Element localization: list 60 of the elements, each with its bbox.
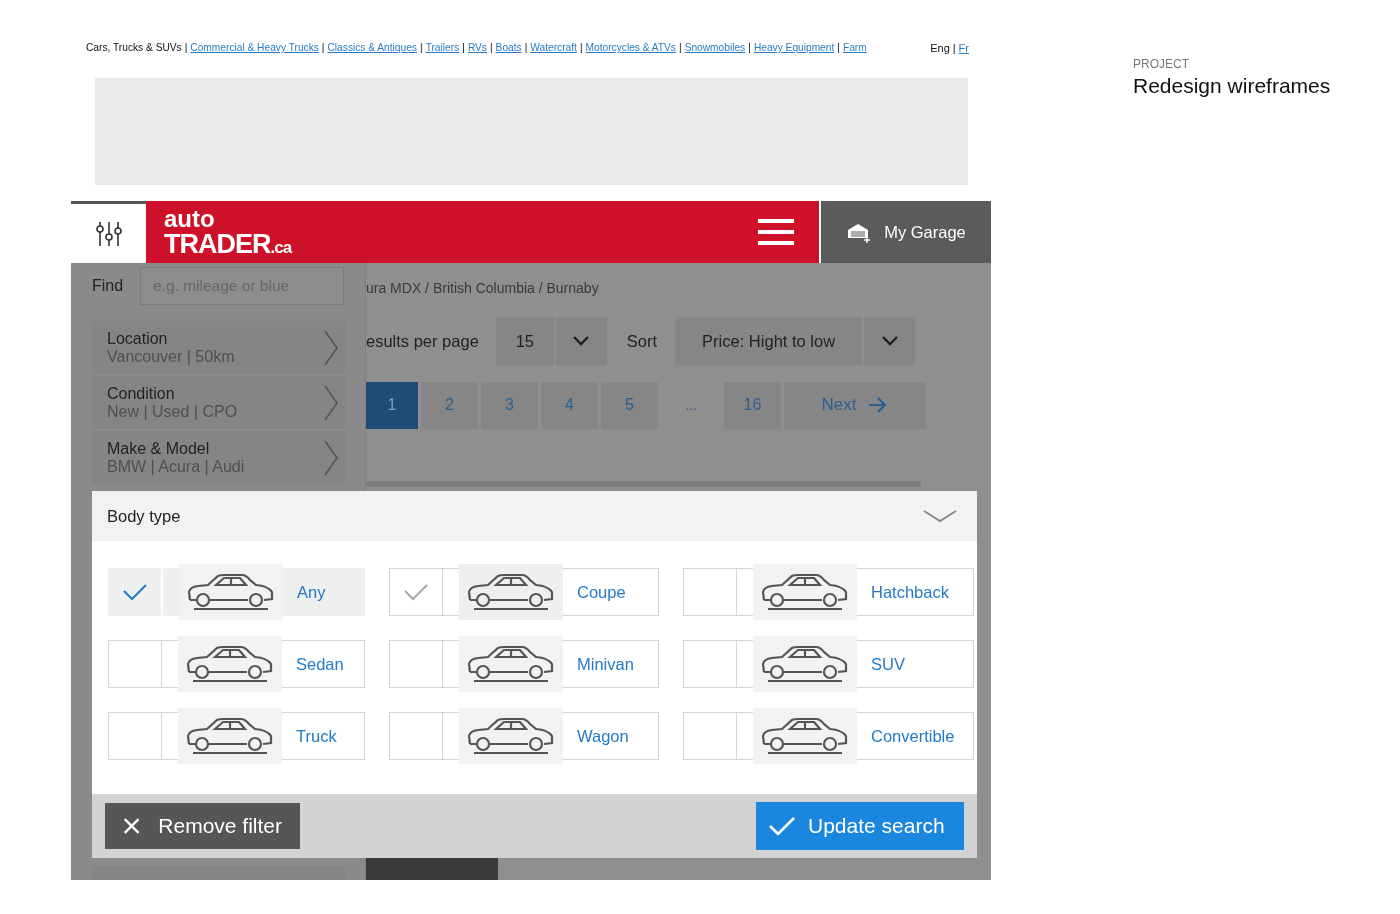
category-link[interactable]: Trailers (425, 42, 460, 53)
category-label: Cars, Trucks & SUVs (86, 42, 182, 53)
separator: | (524, 42, 528, 53)
separator: | (489, 42, 493, 53)
remove-filter-button[interactable]: Remove filter (105, 803, 300, 849)
car-icon (185, 716, 275, 756)
separator: | (952, 41, 956, 54)
category-link[interactable]: Farm (842, 42, 867, 53)
car-icon (760, 716, 850, 756)
update-search-button[interactable]: Update search (756, 802, 964, 850)
breadcrumb: ura MDX / British Columbia / Burnaby (366, 279, 600, 298)
chevron-icon (323, 328, 339, 367)
category-link[interactable]: Heavy Equipment (753, 42, 835, 53)
project-title: Redesign wireframes (1133, 74, 1331, 98)
separator: | (579, 42, 583, 53)
category-link[interactable]: Classics & Antiques (327, 42, 417, 53)
separator: | (748, 42, 751, 53)
find-label: Find (92, 277, 125, 295)
category-link[interactable]: Watercraft (530, 42, 577, 53)
results-label: esults per page (366, 331, 479, 351)
page-button[interactable]: 1 (366, 382, 418, 429)
category-link[interactable]: Snowmobiles (684, 42, 746, 53)
menu-icon[interactable] (758, 219, 794, 245)
caret-icon (880, 335, 899, 348)
category-link[interactable]: RVs (467, 42, 487, 53)
logo[interactable]: auto TRADER.ca (146, 206, 292, 258)
ellipsis: ... (684, 396, 698, 416)
language-link[interactable]: Fr (958, 41, 969, 54)
close-icon (123, 816, 141, 836)
garage-icon (846, 221, 873, 243)
category-link[interactable]: Boats (495, 42, 522, 53)
arrow-right-icon (868, 397, 889, 414)
separator: | (184, 42, 188, 53)
separator: | (462, 42, 465, 53)
filter-button[interactable] (71, 201, 146, 263)
sort-label: Sort (626, 331, 658, 351)
chevron-icon (323, 383, 339, 422)
my-garage-button[interactable]: My Garage (819, 201, 991, 263)
check-icon (403, 583, 429, 601)
car-icon (760, 572, 850, 612)
category-link[interactable]: Motorcycles & ATVs (585, 42, 676, 53)
check-icon (122, 583, 148, 601)
check-icon (768, 816, 796, 836)
car-icon (466, 644, 556, 684)
car-icon (466, 716, 556, 756)
separator: | (678, 42, 682, 53)
language-link[interactable]: Eng (930, 41, 950, 54)
project-label: PROJECT (1133, 57, 1190, 71)
chevron-icon[interactable] (922, 508, 958, 524)
separator: | (321, 42, 325, 53)
panel-title: Body type (107, 506, 181, 526)
chevron-icon (323, 438, 339, 477)
car-icon (185, 644, 275, 684)
separator: | (837, 42, 840, 53)
category-link[interactable]: Commercial & Heavy Trucks (190, 42, 319, 53)
car-icon (466, 572, 556, 612)
car-icon (760, 644, 850, 684)
separator: | (419, 42, 423, 53)
caret-icon (572, 335, 591, 348)
car-icon (186, 572, 276, 612)
